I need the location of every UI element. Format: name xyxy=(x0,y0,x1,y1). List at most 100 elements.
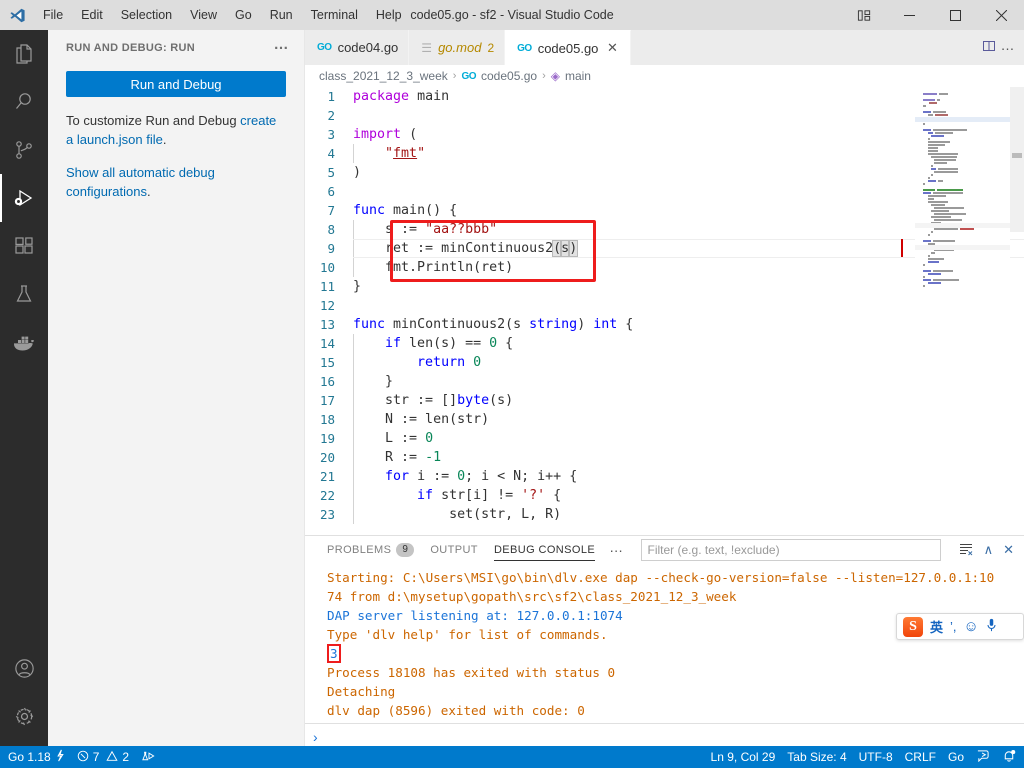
line-number: 11 xyxy=(319,279,335,294)
filter-placeholder: Filter (e.g. text, !exclude) xyxy=(647,543,780,557)
menu-file[interactable]: File xyxy=(34,5,72,25)
maximize-panel-icon[interactable]: ∧ xyxy=(984,542,994,558)
line-content: s := "aa??bbb" xyxy=(353,220,497,239)
run-and-debug-button[interactable]: Run and Debug xyxy=(66,71,286,97)
menu-go[interactable]: Go xyxy=(226,5,261,25)
testing-icon[interactable] xyxy=(0,270,48,318)
console-line: Starting: C:\Users\MSI\go\bin\dlv.exe da… xyxy=(327,570,995,585)
customize-help-prefix: To customize Run and Debug xyxy=(66,113,241,128)
split-editor-icon[interactable] xyxy=(981,38,997,57)
editor-tab-actions: … xyxy=(981,30,1024,65)
panel-more-tabs-icon[interactable]: … xyxy=(603,539,634,561)
clear-console-icon[interactable] xyxy=(958,541,974,560)
editor-scrollbar[interactable] xyxy=(1010,87,1024,535)
error-count: 7 xyxy=(92,750,100,764)
ime-punctuation-icon[interactable]: ’, xyxy=(950,619,957,634)
status-tab-size[interactable]: Tab Size: 4 xyxy=(781,746,852,768)
line-number: 3 xyxy=(327,127,335,142)
explorer-icon[interactable] xyxy=(0,30,48,78)
customize-layout-icon[interactable] xyxy=(842,0,886,30)
close-panel-icon[interactable]: ✕ xyxy=(1003,542,1014,558)
line-content: } xyxy=(353,372,393,391)
lightning-icon xyxy=(55,749,65,765)
console-line-result: 3 xyxy=(327,644,341,663)
menu-help[interactable]: Help xyxy=(367,5,411,25)
status-cursor-position[interactable]: Ln 9, Col 29 xyxy=(705,746,782,768)
breadcrumb-item-file[interactable]: code05.go xyxy=(481,69,537,83)
breadcrumb-separator: › xyxy=(452,70,457,82)
line-number: 1 xyxy=(327,89,335,104)
line-content: fmt.Println(ret) xyxy=(353,258,513,277)
go-file-icon: GO xyxy=(317,42,332,53)
window-close-button[interactable] xyxy=(978,0,1024,30)
line-content: } xyxy=(353,279,362,294)
tab-close-icon[interactable]: ✕ xyxy=(604,40,620,56)
minimap-marker xyxy=(915,223,1010,228)
window-maximize-button[interactable] xyxy=(932,0,978,30)
breadcrumb-item-folder[interactable]: class_2021_12_3_week xyxy=(319,69,448,83)
line-content: R := -1 xyxy=(353,448,441,467)
sidebar-more-actions-icon[interactable]: … xyxy=(266,36,299,59)
debug-console-output[interactable]: Starting: C:\Users\MSI\go\bin\dlv.exe da… xyxy=(305,564,1024,722)
status-language-mode[interactable]: Go xyxy=(942,746,970,768)
panel-tab-problems[interactable]: PROBLEMS 9 xyxy=(319,536,422,564)
line-number: 14 xyxy=(319,336,335,351)
panel-tab-label: DEBUG CONSOLE xyxy=(493,544,596,556)
tab-code05-go[interactable]: GO code05.go ✕ xyxy=(505,30,632,65)
tab-go-mod[interactable]: ☰ go.mod 2 xyxy=(409,30,506,65)
console-filter-input[interactable]: Filter (e.g. text, !exclude) xyxy=(640,539,941,561)
search-icon[interactable] xyxy=(0,78,48,126)
scrollbar-thumb[interactable] xyxy=(1012,153,1022,158)
line-content: func minContinuous2(s string) int { xyxy=(353,317,634,332)
panel-actions: ∧ ✕ xyxy=(958,541,1024,560)
ime-emoji-icon[interactable]: ☺ xyxy=(964,618,979,635)
status-problems[interactable]: 7 2 xyxy=(71,746,135,768)
show-automatic-debug-configs-link[interactable]: Show all automatic debug configurations xyxy=(66,165,215,199)
status-go-version[interactable]: Go 1.18 xyxy=(2,746,71,768)
feedback-icon xyxy=(976,749,990,765)
status-notifications[interactable] xyxy=(996,746,1022,768)
vscode-window: File Edit Selection View Go Run Terminal… xyxy=(0,0,1024,768)
run-and-debug-icon[interactable] xyxy=(0,174,48,222)
minimap[interactable] xyxy=(915,87,1010,535)
line-number: 5 xyxy=(327,165,335,180)
docker-icon[interactable] xyxy=(0,318,48,366)
window-minimize-button[interactable] xyxy=(886,0,932,30)
menu-edit[interactable]: Edit xyxy=(72,5,112,25)
menu-terminal[interactable]: Terminal xyxy=(302,5,367,25)
status-feedback[interactable] xyxy=(970,746,996,768)
panel-tab-label: PROBLEMS xyxy=(327,544,392,556)
sogou-ime-toolbar[interactable]: S 英 ’, ☺ xyxy=(896,613,1024,640)
settings-gear-icon[interactable] xyxy=(0,692,48,740)
go-file-icon: GO xyxy=(461,70,476,82)
minimap-viewport-slider[interactable] xyxy=(1010,87,1024,232)
line-number: 18 xyxy=(319,412,335,427)
status-bar: Go 1.18 7 2 Ln 9, Col 29 Tab Size: 4 UTF… xyxy=(0,746,1024,768)
tab-code04-go[interactable]: GO code04.go xyxy=(305,30,410,65)
line-number: 20 xyxy=(319,450,335,465)
ime-language-mode[interactable]: 英 xyxy=(930,617,943,636)
editor-more-actions-icon[interactable]: … xyxy=(1001,37,1017,58)
status-eol[interactable]: CRLF xyxy=(899,746,942,768)
line-content: str := []byte(s) xyxy=(353,391,513,410)
line-content: import ( xyxy=(353,127,418,142)
line-number: 16 xyxy=(319,374,335,389)
line-content: N := len(str) xyxy=(353,410,489,429)
menu-selection[interactable]: Selection xyxy=(112,5,181,25)
editor-tab-bar: GO code04.go ☰ go.mod 2 GO code05.go ✕ … xyxy=(305,30,1024,65)
activity-bar xyxy=(0,30,48,750)
status-encoding[interactable]: UTF-8 xyxy=(853,746,899,768)
source-control-icon[interactable] xyxy=(0,126,48,174)
breadcrumb-item-symbol[interactable]: main xyxy=(565,69,591,83)
status-go-test[interactable] xyxy=(135,746,162,768)
account-icon[interactable] xyxy=(0,644,48,692)
line-number: 8 xyxy=(327,222,335,237)
panel-tab-output[interactable]: OUTPUT xyxy=(422,536,486,564)
code-editor[interactable]: 1 package main 2 3 import ( 4 "fmt" 5) 6 7… xyxy=(305,87,1024,535)
mod-file-icon: ☰ xyxy=(421,40,433,55)
menu-view[interactable]: View xyxy=(181,5,226,25)
extensions-icon[interactable] xyxy=(0,222,48,270)
panel-tab-debug-console[interactable]: DEBUG CONSOLE xyxy=(486,536,603,564)
menu-run[interactable]: Run xyxy=(261,5,302,25)
ime-voice-icon[interactable] xyxy=(986,618,997,635)
